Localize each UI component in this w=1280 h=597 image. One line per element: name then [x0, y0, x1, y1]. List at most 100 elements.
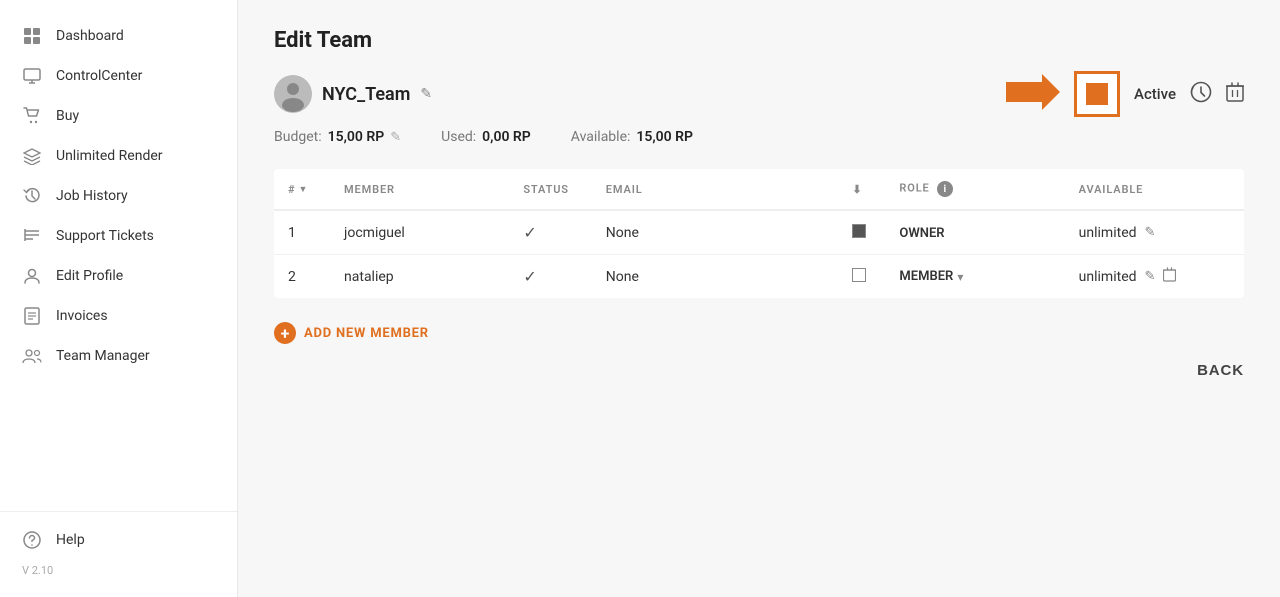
- cell-role-2: MEMBER ▾: [885, 255, 1064, 299]
- team-history-button[interactable]: [1190, 81, 1212, 108]
- sidebar-item-help[interactable]: Help: [0, 520, 237, 560]
- add-member-circle-icon[interactable]: +: [274, 322, 296, 344]
- add-member-label[interactable]: ADD NEW MEMBER: [304, 326, 429, 341]
- sidebar-item-unlimited-render[interactable]: Unlimited Render: [0, 136, 237, 176]
- status-box-inner: [1086, 83, 1108, 105]
- edit-team-name-icon[interactable]: ✎: [420, 86, 432, 102]
- list-icon: [22, 226, 42, 246]
- available-value-1: unlimited: [1079, 225, 1137, 241]
- table-row: 2 nataliep ✓ None MEMBER ▾ unli: [274, 255, 1244, 299]
- used-value: 0,00 RP: [482, 129, 531, 145]
- dashboard-icon: [22, 26, 42, 46]
- table-row: 1 jocmiguel ✓ None OWNER unlimited ✎: [274, 210, 1244, 255]
- help-icon: [22, 530, 42, 550]
- team-header: NYC_Team ✎ Active: [274, 71, 1244, 117]
- person-icon: [22, 266, 42, 286]
- cell-role-1: OWNER: [885, 210, 1064, 255]
- document-icon: [22, 306, 42, 326]
- cell-available-2: unlimited ✎: [1065, 255, 1244, 299]
- cart-icon: [22, 106, 42, 126]
- available-label: Available:: [571, 129, 631, 145]
- back-button[interactable]: BACK: [1197, 362, 1244, 379]
- sidebar-item-control-center-label: ControlCenter: [56, 68, 142, 84]
- sort-arrow-icon: ▼: [298, 184, 308, 195]
- cell-status-1: ✓: [509, 210, 591, 255]
- status-controls: Active: [1006, 71, 1244, 117]
- sidebar-item-invoices[interactable]: Invoices: [0, 296, 237, 336]
- available-item: Available: 15,00 RP: [571, 129, 693, 145]
- used-item: Used: 0,00 RP: [441, 129, 531, 145]
- table-header-row: # ▼ MEMBER STATUS EMAIL ⬇ ROLE i AVAILAB…: [274, 169, 1244, 210]
- cell-email-1: None: [592, 210, 839, 255]
- col-header-member: MEMBER: [330, 169, 509, 210]
- cell-dl-2: [838, 255, 885, 299]
- sidebar-item-dashboard[interactable]: Dashboard: [0, 16, 237, 56]
- role-info-icon[interactable]: i: [937, 181, 953, 197]
- sidebar-item-job-history[interactable]: Job History: [0, 176, 237, 216]
- sidebar-item-team-manager[interactable]: Team Manager: [0, 336, 237, 376]
- cell-dl-1: [838, 210, 885, 255]
- budget-item: Budget: 15,00 RP ✎: [274, 129, 401, 145]
- sidebar-item-edit-profile-label: Edit Profile: [56, 268, 123, 284]
- sidebar-item-control-center[interactable]: ControlCenter: [0, 56, 237, 96]
- members-table: # ▼ MEMBER STATUS EMAIL ⬇ ROLE i AVAILAB…: [274, 169, 1244, 298]
- col-header-email: EMAIL: [592, 169, 839, 210]
- team-name: NYC_Team: [322, 84, 410, 105]
- col-header-available: AVAILABLE: [1065, 169, 1244, 210]
- layers-icon: [22, 146, 42, 166]
- cell-number-2: 2: [274, 255, 330, 299]
- people-icon: [22, 346, 42, 366]
- edit-available-2-icon[interactable]: ✎: [1145, 269, 1156, 284]
- sidebar: Dashboard ControlCenter Buy: [0, 0, 238, 597]
- cell-number-1: 1: [274, 210, 330, 255]
- budget-value: 15,00 RP: [328, 129, 385, 145]
- sidebar-item-support-tickets-label: Support Tickets: [56, 228, 154, 244]
- checkbox-filled-1[interactable]: [852, 224, 866, 238]
- footer-row: BACK: [274, 362, 1244, 379]
- sidebar-item-invoices-label: Invoices: [56, 308, 108, 324]
- cell-member-1: jocmiguel: [330, 210, 509, 255]
- cell-available-1: unlimited ✎: [1065, 210, 1244, 255]
- available-value-2: unlimited: [1079, 269, 1137, 285]
- add-member-row[interactable]: + ADD NEW MEMBER: [274, 322, 1244, 344]
- check-icon-1: ✓: [523, 223, 536, 242]
- edit-available-1-icon[interactable]: ✎: [1145, 225, 1156, 240]
- col-header-status: STATUS: [509, 169, 591, 210]
- sidebar-item-dashboard-label: Dashboard: [56, 28, 124, 44]
- col-header-number[interactable]: # ▼: [274, 169, 330, 210]
- col-header-dl[interactable]: ⬇: [838, 169, 885, 210]
- sidebar-item-team-manager-label: Team Manager: [56, 348, 150, 364]
- budget-label: Budget:: [274, 129, 322, 145]
- history-icon: [22, 186, 42, 206]
- team-name-row: NYC_Team ✎: [274, 75, 432, 113]
- col-header-role: ROLE i: [885, 169, 1064, 210]
- sidebar-item-unlimited-render-label: Unlimited Render: [56, 148, 163, 164]
- sidebar-item-edit-profile[interactable]: Edit Profile: [0, 256, 237, 296]
- cell-email-2: None: [592, 255, 839, 299]
- active-label: Active: [1134, 85, 1176, 103]
- role-label-1: OWNER: [899, 226, 944, 241]
- delete-team-button[interactable]: [1226, 82, 1244, 107]
- download-header-icon: ⬇: [852, 183, 862, 196]
- sidebar-item-job-history-label: Job History: [56, 188, 128, 204]
- role-dropdown-2-icon[interactable]: ▾: [957, 270, 963, 284]
- main-content: Edit Team NYC_Team ✎: [238, 0, 1280, 597]
- sidebar-item-support-tickets[interactable]: Support Tickets: [0, 216, 237, 256]
- monitor-icon: [22, 66, 42, 86]
- check-icon-2: ✓: [523, 267, 536, 286]
- checkbox-empty-2[interactable]: [852, 268, 866, 282]
- page-title: Edit Team: [274, 28, 1244, 53]
- available-value: 15,00 RP: [636, 129, 693, 145]
- sidebar-item-buy[interactable]: Buy: [0, 96, 237, 136]
- role-label-2: MEMBER: [899, 269, 953, 284]
- used-label: Used:: [441, 129, 476, 145]
- version-label: V 2.10: [0, 560, 237, 581]
- cell-member-2: nataliep: [330, 255, 509, 299]
- avatar: [274, 75, 312, 113]
- arrow-right-icon: [1006, 74, 1060, 114]
- budget-row: Budget: 15,00 RP ✎ Used: 0,00 RP Availab…: [274, 129, 1244, 145]
- edit-budget-icon[interactable]: ✎: [390, 130, 401, 145]
- sidebar-item-help-label: Help: [56, 532, 85, 548]
- delete-member-2-icon[interactable]: [1163, 267, 1176, 286]
- status-toggle-box[interactable]: [1074, 71, 1120, 117]
